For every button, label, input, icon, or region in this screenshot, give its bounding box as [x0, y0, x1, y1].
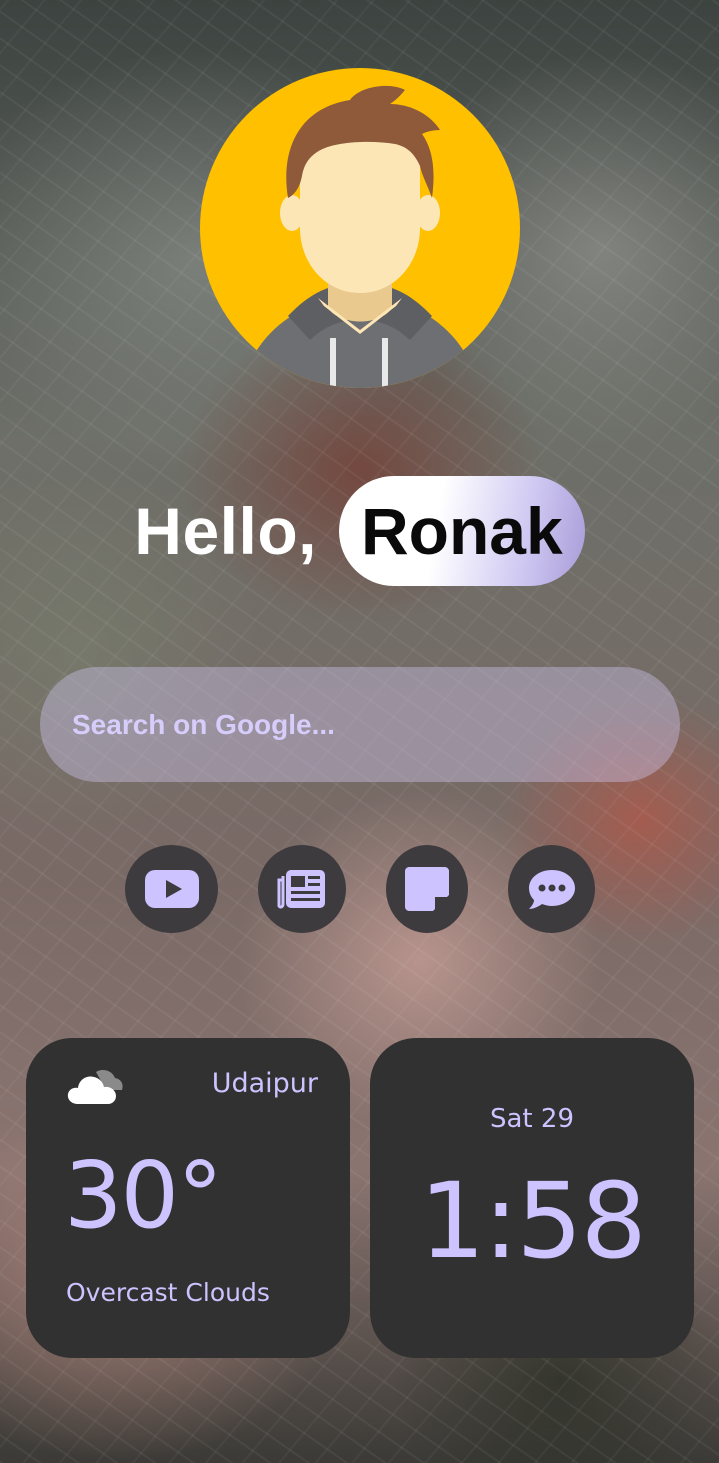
avatar[interactable]: [200, 68, 520, 388]
clock-widget[interactable]: Sat 29 1:58: [370, 1038, 694, 1358]
clock-time: 1:58: [419, 1160, 647, 1282]
notes-shortcut-button[interactable]: [386, 845, 468, 933]
weather-widget[interactable]: Udaipur 30° Overcast Clouds: [26, 1038, 350, 1358]
weather-condition: Overcast Clouds: [66, 1278, 270, 1307]
user-name-badge: Ronak: [338, 476, 585, 586]
weather-temperature: 30°: [64, 1142, 223, 1249]
greeting-hello: Hello,: [134, 494, 317, 568]
greeting: Hello, Ronak: [0, 476, 719, 586]
user-avatar-icon: [240, 85, 480, 388]
chat-icon: [528, 870, 575, 909]
youtube-shortcut-button[interactable]: [125, 845, 218, 933]
youtube-icon: [144, 870, 199, 908]
chat-shortcut-button[interactable]: [508, 845, 595, 933]
search-bar[interactable]: [40, 667, 680, 782]
weather-city: Udaipur: [211, 1068, 318, 1099]
sticky-note-icon: [405, 867, 449, 911]
search-input[interactable]: [72, 708, 632, 741]
clock-date: Sat 29: [490, 1104, 574, 1134]
news-shortcut-button[interactable]: [258, 845, 346, 933]
cloud-icon: [67, 1070, 123, 1104]
newspaper-icon: [277, 870, 325, 909]
